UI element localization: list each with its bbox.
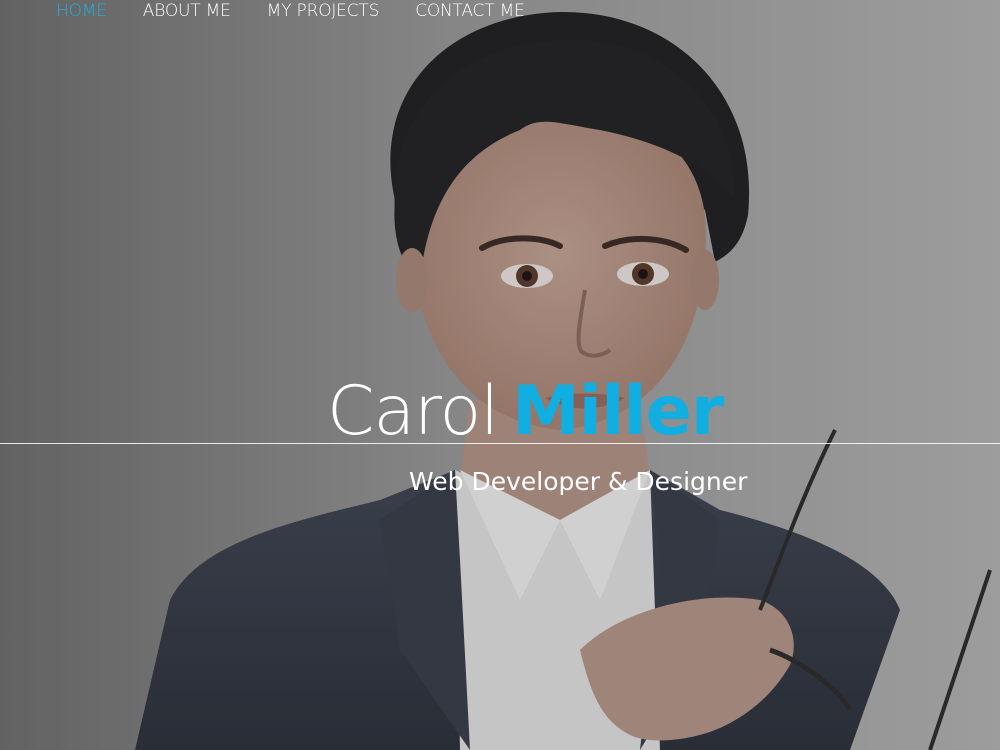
nav-item-home[interactable]: HOME (56, 0, 107, 23)
nav-item-about-me[interactable]: ABOUT ME (143, 0, 231, 23)
hero-tagline: Web Developer & Designer (409, 467, 748, 496)
hero-divider (0, 443, 1000, 444)
main-navigation: HOME ABOUT ME MY PROJECTS CONTACT ME (56, 0, 525, 24)
hero-title: Carol Miller (327, 371, 724, 452)
nav-item-my-projects[interactable]: MY PROJECTS (267, 0, 380, 23)
hero-first-name: Carol (327, 371, 499, 451)
hero-last-name: Miller (512, 371, 724, 451)
nav-item-contact-me[interactable]: CONTACT ME (415, 0, 525, 23)
